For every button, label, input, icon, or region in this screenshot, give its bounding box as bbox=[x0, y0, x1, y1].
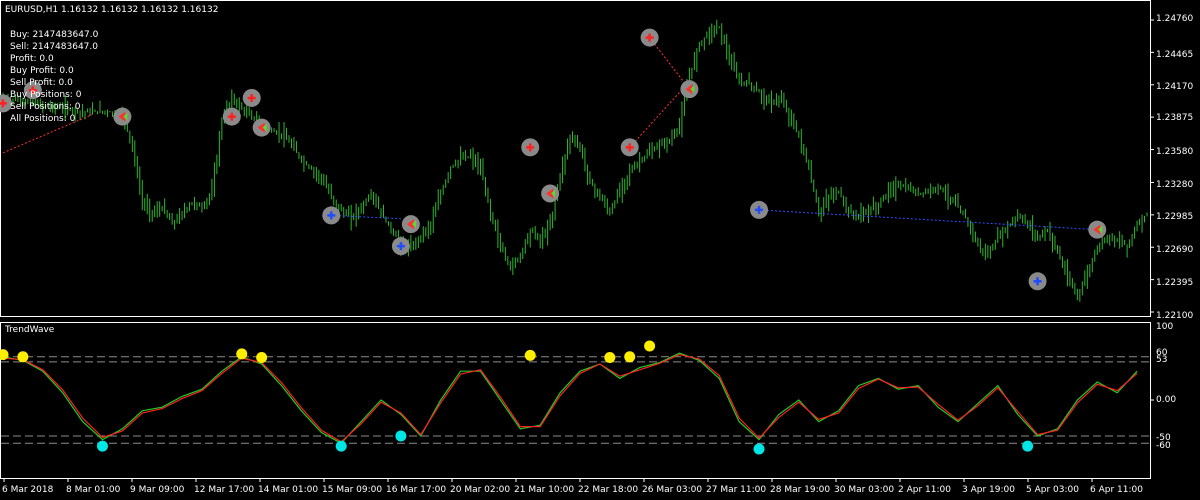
info-sell-positions: Sell Positions: 0 bbox=[10, 102, 81, 112]
price-panel-frame bbox=[0, 0, 1151, 317]
time-tick-label: 14 Mar 01:00 bbox=[258, 485, 319, 495]
price-tick-label: 1.23280 bbox=[1156, 180, 1194, 190]
time-tick-label: 26 Mar 03:00 bbox=[642, 485, 703, 495]
info-buy: Buy: 2147483647.0 bbox=[10, 30, 99, 40]
trade-link-line bbox=[759, 209, 1098, 231]
time-tick-label: 3 Apr 19:00 bbox=[962, 485, 1015, 495]
mt4-chart-window[interactable]: EURUSD,H1 1.16132 1.16132 1.16132 1.1613… bbox=[0, 0, 1200, 500]
price-chart[interactable] bbox=[0, 0, 1200, 500]
oscillator-signal-dot-top bbox=[17, 351, 29, 363]
price-tick-label: 1.22690 bbox=[1156, 245, 1194, 255]
time-tick-label: 27 Mar 11:00 bbox=[706, 485, 767, 495]
indicator-title: TrendWave bbox=[5, 325, 55, 335]
oscillator-signal-dot-top bbox=[524, 349, 536, 361]
info-sell-profit: Sell Profit: 0.0 bbox=[10, 78, 73, 88]
oscillator-signal-dot-top bbox=[256, 352, 268, 364]
time-tick-label: 12 Mar 17:00 bbox=[194, 485, 255, 495]
oscillator-panel-frame bbox=[0, 322, 1151, 479]
info-sell: Sell: 2147483647.0 bbox=[10, 42, 98, 52]
oscillator-line-red bbox=[2, 353, 1138, 443]
time-tick-label: 6 Mar 2018 bbox=[2, 485, 54, 495]
chart-title: EURUSD,H1 1.16132 1.16132 1.16132 1.1613… bbox=[5, 5, 219, 15]
price-tick-label: 1.22100 bbox=[1156, 311, 1194, 321]
info-profit: Profit: 0.0 bbox=[10, 54, 54, 64]
osc-tick-label: -60 bbox=[1156, 441, 1171, 451]
time-tick-label: 30 Mar 03:00 bbox=[834, 485, 895, 495]
osc-tick-label: 53 bbox=[1156, 355, 1168, 365]
oscillator-line-green bbox=[2, 352, 1138, 444]
info-buy-profit: Buy Profit: 0.0 bbox=[10, 66, 74, 76]
price-tick-label: 1.24170 bbox=[1156, 82, 1194, 92]
oscillator-signal-dot-top bbox=[644, 340, 656, 352]
price-tick-label: 1.23875 bbox=[1156, 113, 1194, 123]
oscillator-signal-dot-bottom bbox=[96, 440, 108, 452]
oscillator-signal-dot-bottom bbox=[335, 440, 347, 452]
oscillator-signal-dot-bottom bbox=[395, 430, 407, 442]
oscillator-signal-dot-top bbox=[624, 351, 636, 363]
trade-link-line bbox=[649, 37, 690, 90]
time-tick-label: 8 Mar 01:00 bbox=[66, 485, 121, 495]
price-tick-label: 1.24465 bbox=[1156, 50, 1194, 60]
oscillator-signal-dot-bottom bbox=[753, 443, 765, 455]
time-tick-label: 22 Mar 18:00 bbox=[578, 485, 639, 495]
time-tick-label: 9 Mar 09:00 bbox=[130, 485, 185, 495]
time-tick-label: 20 Mar 02:00 bbox=[450, 485, 511, 495]
price-tick-label: 1.24760 bbox=[1156, 14, 1194, 24]
price-tick-label: 1.23580 bbox=[1156, 147, 1194, 157]
price-tick-label: 1.22395 bbox=[1156, 278, 1194, 288]
osc-tick-label: 100 bbox=[1156, 322, 1174, 332]
info-buy-positions: Buy Positions: 0 bbox=[10, 90, 82, 100]
time-tick-label: 6 Apr 11:00 bbox=[1090, 485, 1143, 495]
time-tick-label: 16 Mar 17:00 bbox=[386, 485, 447, 495]
osc-tick-label: 0.00 bbox=[1156, 395, 1177, 405]
oscillator-signal-dot-top bbox=[604, 352, 616, 364]
price-tick-label: 1.22985 bbox=[1156, 212, 1194, 222]
oscillator-signal-dot-bottom bbox=[1022, 440, 1034, 452]
time-tick-label: 5 Apr 03:00 bbox=[1026, 485, 1079, 495]
time-tick-label: 21 Mar 10:00 bbox=[514, 485, 575, 495]
trade-link-line bbox=[331, 214, 401, 220]
time-tick-label: 2 Apr 11:00 bbox=[898, 485, 951, 495]
oscillator-signal-dot-top bbox=[236, 348, 248, 360]
info-panel: Buy: 2147483647.0 Sell: 2147483647.0 Pro… bbox=[10, 29, 98, 125]
time-tick-label: 15 Mar 09:00 bbox=[322, 485, 383, 495]
info-all-positions: All Positions: 0 bbox=[10, 114, 76, 124]
time-tick-label: 28 Mar 19:00 bbox=[770, 485, 831, 495]
